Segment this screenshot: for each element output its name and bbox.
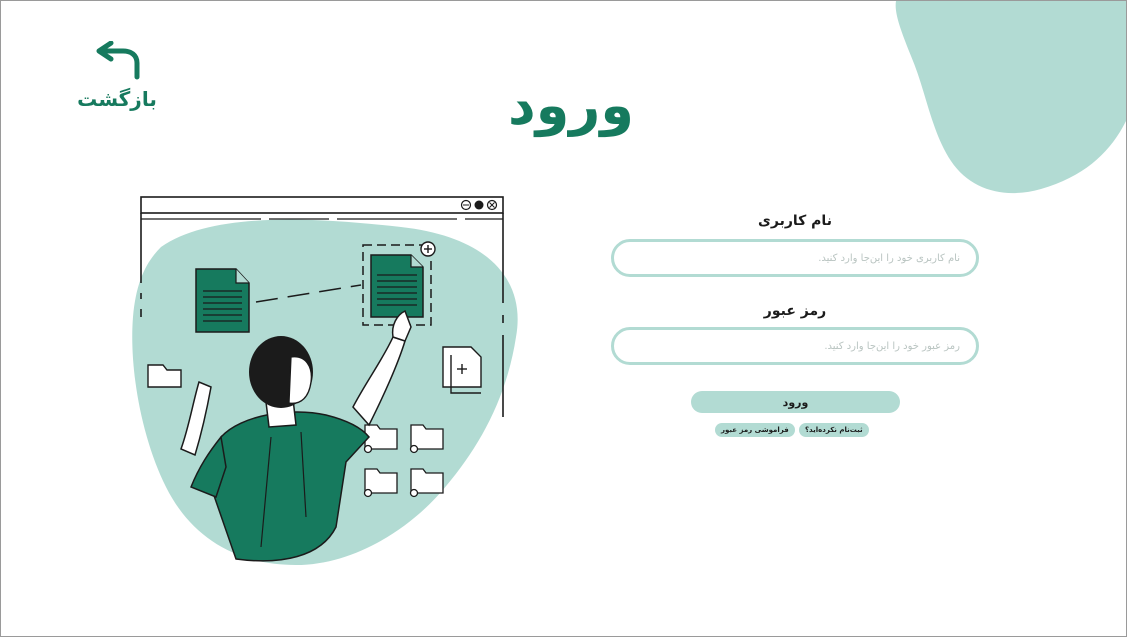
back-button[interactable]: بازگشت (71, 41, 163, 111)
login-button[interactable]: ورود (691, 391, 900, 413)
username-input[interactable] (611, 239, 979, 277)
forgot-password-link[interactable]: فراموشی رمز عبور (715, 423, 795, 437)
back-arrow-icon (96, 41, 140, 80)
new-document-icon (442, 346, 482, 394)
password-label: رمز عبور (763, 303, 827, 319)
back-label: بازگشت (77, 87, 157, 111)
password-input[interactable] (611, 327, 979, 365)
username-label: نام کاربری (758, 213, 832, 229)
window-maximize-icon (474, 200, 484, 210)
login-page: بازگشت ورود نام کاربری نام کاربری خود را… (0, 0, 1127, 637)
page-title: ورود (508, 74, 634, 137)
register-link[interactable]: ثبت‌نام نکرده‌اید؟ (799, 423, 869, 437)
corner-blob-decoration (895, 1, 1126, 194)
document-icon-left (195, 268, 250, 333)
hero-illustration (132, 196, 518, 565)
